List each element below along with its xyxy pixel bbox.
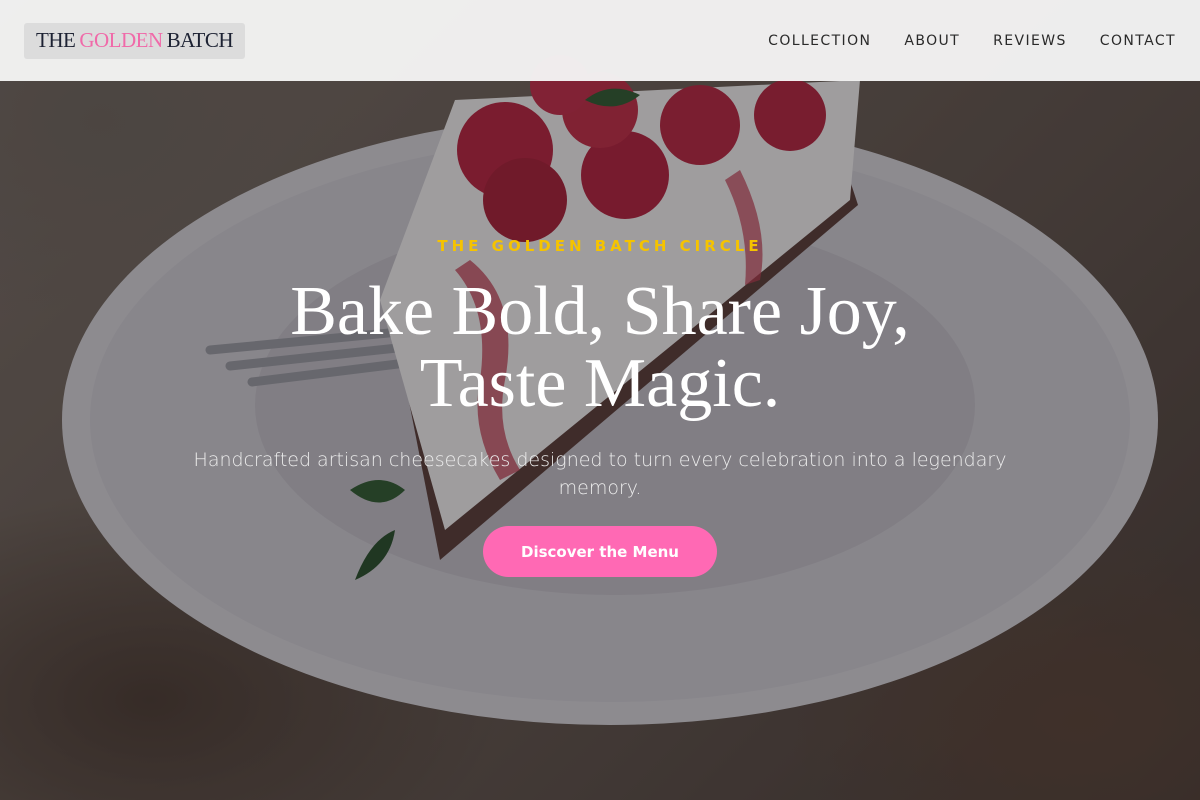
site-logo[interactable]: THE GOLDEN BATCH xyxy=(24,22,246,59)
main-nav: COLLECTION ABOUT REVIEWS CONTACT xyxy=(768,33,1176,49)
logo-text-batch: BATCH xyxy=(166,28,234,52)
site-header: THE GOLDEN BATCH COLLECTION ABOUT REVIEW… xyxy=(0,0,1200,81)
discover-menu-button[interactable]: Discover the Menu xyxy=(483,526,717,577)
nav-link-collection[interactable]: COLLECTION xyxy=(768,33,871,49)
logo-text-golden: GOLDEN xyxy=(79,28,163,52)
nav-link-reviews[interactable]: REVIEWS xyxy=(993,33,1067,49)
hero-section: THE GOLDEN BATCH CIRCLE Bake Bold, Share… xyxy=(0,0,1200,800)
hero-headline-line2: Taste Magic. xyxy=(419,345,781,422)
hero-headline-line1: Bake Bold, Share Joy, xyxy=(290,273,910,350)
hero-headline: Bake Bold, Share Joy, Taste Magic. xyxy=(0,276,1200,420)
logo-text-the: THE xyxy=(36,28,76,52)
hero-subtitle: Handcrafted artisan cheesecakes designed… xyxy=(193,449,1007,499)
nav-link-contact[interactable]: CONTACT xyxy=(1100,33,1176,49)
hero-eyebrow: THE GOLDEN BATCH CIRCLE xyxy=(437,237,763,255)
nav-link-about[interactable]: ABOUT xyxy=(904,33,960,49)
